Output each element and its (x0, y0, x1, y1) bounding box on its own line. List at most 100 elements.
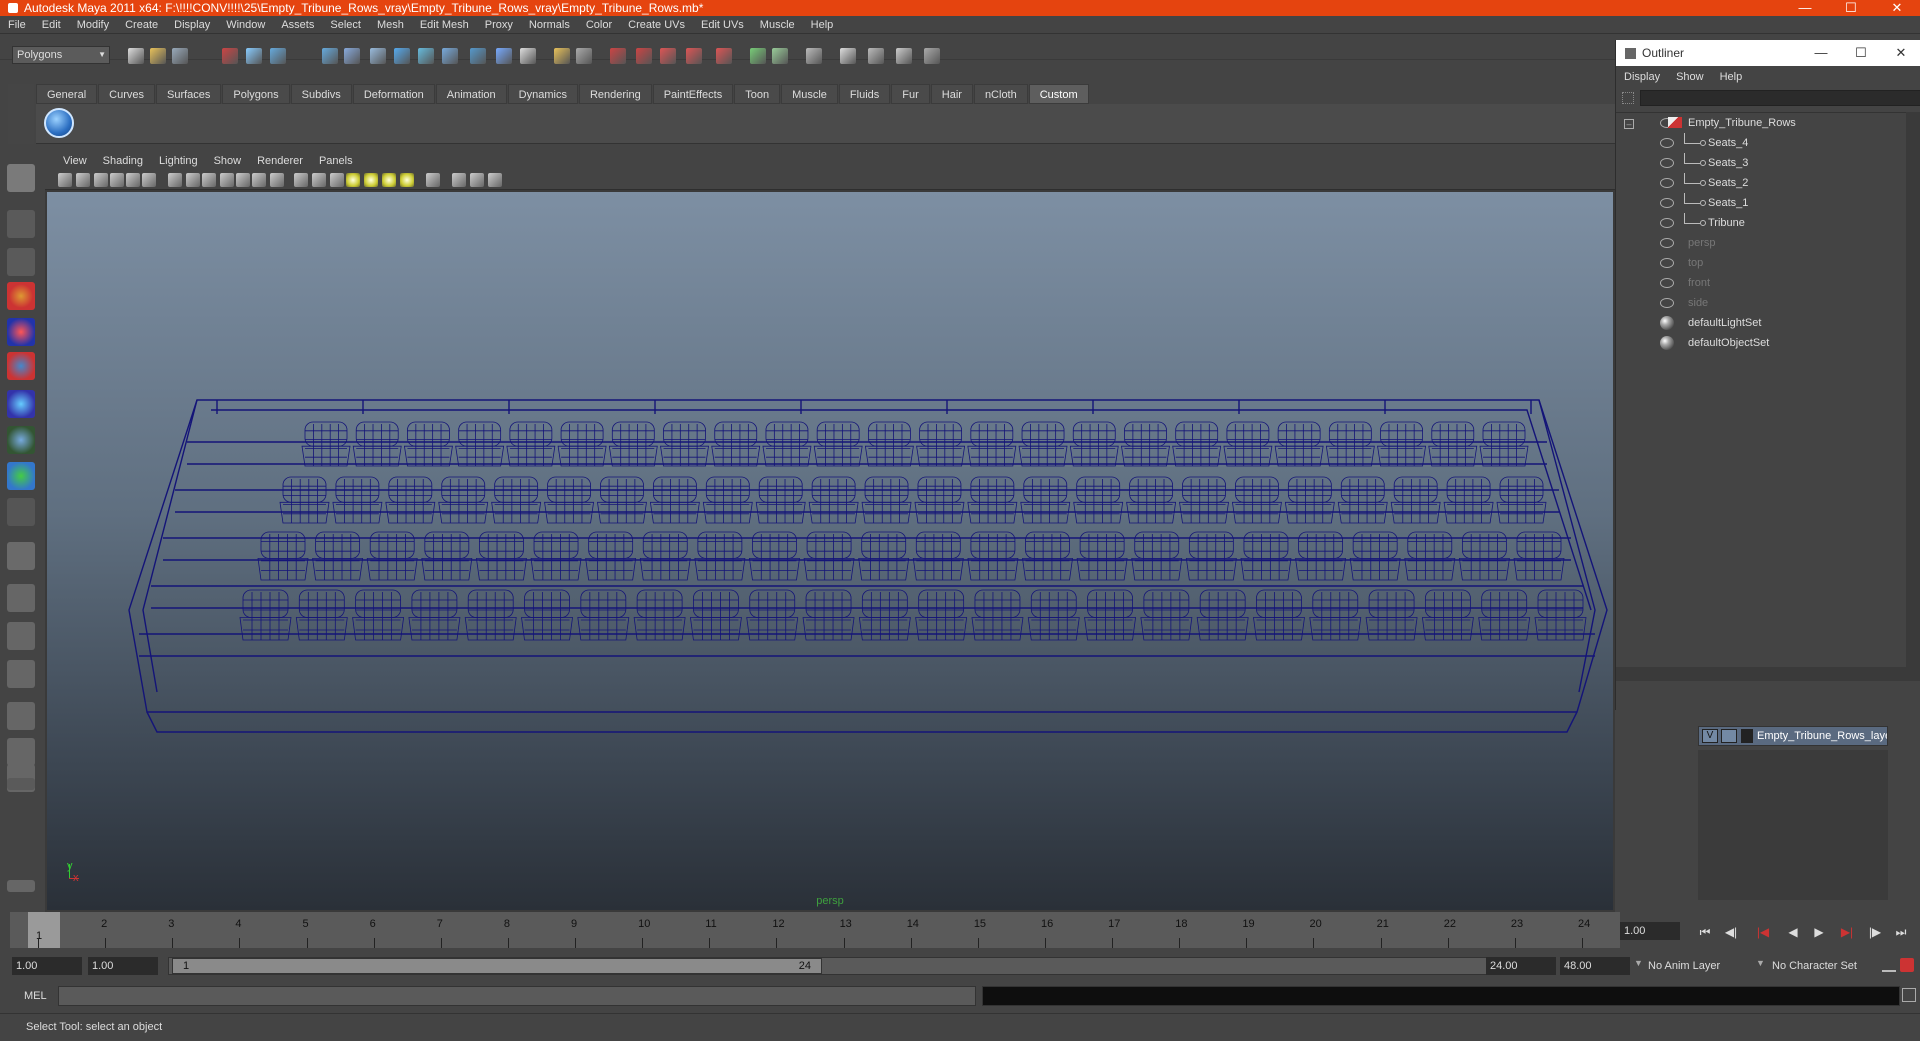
select-component-icon[interactable] (270, 48, 286, 64)
film-gate-icon[interactable] (186, 173, 200, 187)
minimize-icon[interactable]: — (1782, 0, 1828, 16)
manipulator-tool-icon[interactable] (7, 390, 35, 418)
menu-create[interactable]: Create (117, 16, 166, 34)
magnet-icon[interactable] (554, 48, 570, 64)
new-scene-icon[interactable] (128, 48, 144, 64)
resolution-gate-icon[interactable] (202, 173, 216, 187)
menu-modify[interactable]: Modify (69, 16, 117, 34)
bookmarks-icon[interactable] (94, 173, 108, 187)
select-curves-icon[interactable] (394, 48, 410, 64)
two-d-pan-zoom-icon[interactable] (126, 173, 140, 187)
current-frame-marker[interactable] (28, 912, 60, 948)
outliner-item[interactable]: Seats_2 (1616, 173, 1906, 193)
outliner-vertical-scrollbar[interactable] (1906, 112, 1920, 667)
four-pane-layout-icon[interactable] (7, 584, 35, 612)
panel-menu-show[interactable]: Show (206, 152, 250, 170)
outliner-menu-display[interactable]: Display (1616, 68, 1668, 86)
maximize-icon[interactable]: ☐ (1828, 0, 1874, 16)
anim-layer-chevron-icon[interactable]: ▼ (1634, 958, 1643, 968)
current-frame-field[interactable]: 1.00 (1620, 922, 1680, 940)
paint-select-tool-icon[interactable] (7, 248, 35, 276)
safe-title-icon[interactable] (270, 173, 284, 187)
script-editor-icon[interactable] (1902, 988, 1916, 1002)
render-icon[interactable] (772, 48, 788, 64)
select-misc-icon[interactable] (520, 48, 536, 64)
panel-menu-shading[interactable]: Shading (95, 152, 151, 170)
render-settings-icon[interactable] (806, 48, 822, 64)
outliner-item[interactable]: Seats_4 (1616, 133, 1906, 153)
outliner-horizontal-scrollbar[interactable] (1616, 667, 1920, 681)
shelf-tab-muscle[interactable]: Muscle (781, 84, 838, 104)
select-tool-icon[interactable] (7, 164, 35, 192)
play-backward-icon[interactable]: ◀ (1782, 924, 1804, 940)
open-scene-icon[interactable] (150, 48, 166, 64)
outliner-item[interactable]: top (1616, 253, 1906, 273)
snap-point-icon[interactable] (636, 48, 652, 64)
select-handles-icon[interactable] (344, 48, 360, 64)
animation-end-field[interactable]: 48.00 (1560, 957, 1630, 975)
snap-live-icon[interactable] (686, 48, 702, 64)
shelf-tab-rendering[interactable]: Rendering (578, 84, 652, 104)
wireframe-on-shaded-icon[interactable] (488, 173, 502, 187)
menu-window[interactable]: Window (218, 16, 273, 34)
safe-action-icon[interactable] (252, 173, 266, 187)
panel-menu-renderer[interactable]: Renderer (249, 152, 311, 170)
outliner-close-icon[interactable]: ✕ (1881, 40, 1920, 66)
shelf-tab-fluids[interactable]: Fluids (838, 84, 891, 104)
menu-muscle[interactable]: Muscle (752, 16, 803, 34)
outliner-item[interactable]: front (1616, 273, 1906, 293)
outliner-item[interactable]: Empty_Tribune_Rows (1616, 113, 1906, 133)
menu-proxy[interactable]: Proxy (477, 16, 521, 34)
menu-color[interactable]: Color (578, 16, 620, 34)
shelf-tab-custom[interactable]: Custom (1028, 84, 1089, 104)
history-icon[interactable] (716, 48, 732, 64)
mel-command-input[interactable] (58, 986, 976, 1006)
character-set-chevron-icon[interactable]: ▼ (1756, 958, 1765, 968)
layer-color-swatch[interactable] (1741, 729, 1753, 743)
menu-edit-uvs[interactable]: Edit UVs (693, 16, 752, 34)
quick-layout-icon[interactable] (7, 880, 35, 892)
menu-create-uvs[interactable]: Create UVs (620, 16, 693, 34)
shelf-tab-general[interactable]: General (36, 84, 98, 104)
rotate-tool-icon[interactable] (7, 318, 35, 346)
hypershade-icon[interactable] (840, 48, 856, 64)
outliner-item[interactable]: Seats_1 (1616, 193, 1906, 213)
shelf-tab-painteffects[interactable]: PaintEffects (652, 84, 734, 104)
menu-display[interactable]: Display (166, 16, 218, 34)
field-chart-icon[interactable] (236, 173, 250, 187)
hypershade-layout-icon[interactable] (7, 702, 35, 730)
shelf-tab-ncloth[interactable]: nCloth (973, 84, 1028, 104)
panel-menu-lighting[interactable]: Lighting (151, 152, 206, 170)
shelf-options-handle[interactable] (8, 84, 34, 144)
attribute-editor-icon[interactable] (868, 48, 884, 64)
menu-mesh[interactable]: Mesh (369, 16, 412, 34)
anim-layer-selector[interactable]: No Anim Layer (1648, 957, 1758, 975)
panel-menu-view[interactable]: View (55, 152, 95, 170)
smooth-wire-icon[interactable] (330, 173, 344, 187)
wireframe-icon[interactable] (294, 173, 308, 187)
shelf-tab-surfaces[interactable]: Surfaces (155, 84, 222, 104)
shelf-tab-dynamics[interactable]: Dynamics (507, 84, 578, 104)
custom-shelf-checkmark-icon[interactable] (44, 108, 74, 138)
shelf-tab-subdivs[interactable]: Subdivs (290, 84, 352, 104)
step-back-frame-icon[interactable]: |◀ (1752, 924, 1774, 940)
lock-selection-icon[interactable] (322, 48, 338, 64)
menu-edit[interactable]: Edit (34, 16, 69, 34)
move-tool-icon[interactable] (7, 282, 35, 310)
last-tool-icon[interactable] (7, 498, 35, 526)
step-forward-frame-icon[interactable]: ▶| (1836, 924, 1858, 940)
auto-key-icon[interactable] (1900, 958, 1914, 972)
step-back-key-icon[interactable]: ◀| (1720, 924, 1742, 940)
outliner-menu-help[interactable]: Help (1712, 68, 1751, 86)
select-surfaces-icon[interactable] (418, 48, 434, 64)
shelf-tab-animation[interactable]: Animation (435, 84, 507, 104)
key-icon[interactable] (1882, 960, 1896, 972)
select-camera-icon[interactable] (58, 173, 72, 187)
shelf-tab-hair[interactable]: Hair (930, 84, 973, 104)
menu-normals[interactable]: Normals (521, 16, 578, 34)
grease-pencil-icon[interactable] (142, 173, 156, 187)
mel-language-toggle[interactable]: MEL (10, 987, 56, 1005)
playback-start-field[interactable]: 1.00 (88, 957, 158, 975)
shelf-tab-fur[interactable]: Fur (891, 84, 930, 104)
menu-select[interactable]: Select (322, 16, 369, 34)
